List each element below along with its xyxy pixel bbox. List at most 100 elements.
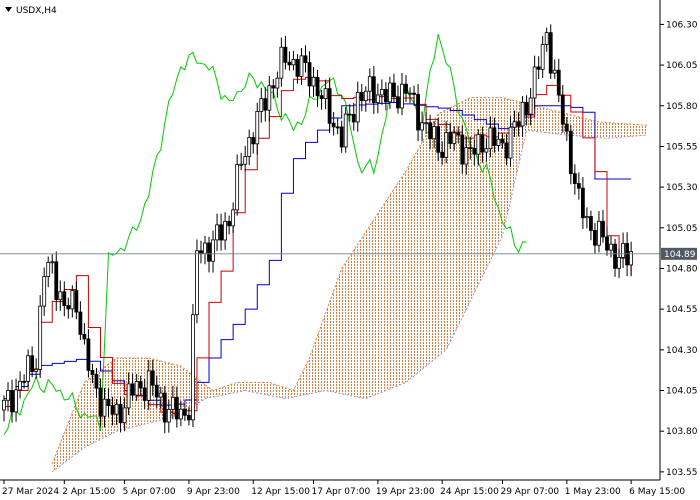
cloud-segment <box>494 97 499 253</box>
cloud-segment <box>325 302 330 392</box>
candle-body <box>26 355 31 382</box>
cloud-segment <box>261 382 266 395</box>
candle-body <box>464 147 469 165</box>
candle-body <box>476 134 481 155</box>
candle-body <box>203 242 207 255</box>
candle-body <box>118 404 123 424</box>
candle-body <box>263 98 268 111</box>
candle-body <box>548 32 553 74</box>
cloud-segment <box>414 149 419 376</box>
cloud-segment <box>643 125 648 136</box>
cloud-segment <box>619 123 624 138</box>
candle-body <box>94 374 99 389</box>
candle-body <box>90 369 95 375</box>
candle-body <box>102 398 107 417</box>
candle-body <box>605 236 609 251</box>
candle-body <box>235 164 240 211</box>
candle-body <box>211 239 215 262</box>
candle-body <box>142 387 147 401</box>
candle-body <box>178 408 183 420</box>
cloud-segment <box>542 107 547 133</box>
candle-body <box>597 220 601 246</box>
candle-body <box>613 243 617 269</box>
cloud-segment <box>478 97 483 285</box>
cloud-segment <box>233 382 238 393</box>
x-tick-label: 9 Apr 23:00 <box>187 487 240 497</box>
candle-body <box>138 381 143 389</box>
candle-body <box>299 55 304 77</box>
candle <box>38 295 43 378</box>
cloud-segment <box>353 244 358 398</box>
candle-body <box>22 380 27 383</box>
candle-body <box>488 127 493 150</box>
candle-body <box>572 173 577 184</box>
candle-body <box>207 242 211 262</box>
cloud-segment <box>550 109 555 134</box>
candle-body <box>150 370 155 386</box>
cloud-segment <box>112 357 117 434</box>
cloud-segment <box>369 219 374 398</box>
candle-body <box>78 311 83 335</box>
candle-body <box>323 88 328 99</box>
candle-body <box>593 229 597 246</box>
cloud-segment <box>462 99 467 318</box>
cloud-segment <box>217 387 222 397</box>
cloud-segment <box>594 121 599 138</box>
cloud-segment <box>76 392 81 454</box>
y-tick-label: 104.80 <box>666 264 698 274</box>
cloud-segment <box>237 382 242 393</box>
candle-body <box>448 132 453 144</box>
candle-body <box>327 88 332 124</box>
candle <box>195 239 199 324</box>
y-tick-label: 105.30 <box>666 183 698 193</box>
y-tick-label: 103.80 <box>666 427 698 437</box>
cloud-segment <box>281 386 286 399</box>
candle-body <box>424 122 429 125</box>
candle-body <box>576 183 581 189</box>
candle-body <box>30 355 35 372</box>
cloud-segment <box>337 268 342 394</box>
cloud-segment <box>635 124 640 137</box>
candle-body <box>436 126 441 153</box>
cloud-segment <box>249 382 254 393</box>
x-tick-label: 6 May 15:00 <box>629 487 685 497</box>
candle-body <box>589 216 593 231</box>
candle-body <box>520 101 525 127</box>
candle-body <box>114 404 119 415</box>
candle-body <box>6 390 10 401</box>
candle-body <box>536 66 541 70</box>
cloud-segment <box>578 116 583 137</box>
cloud-segment <box>213 389 218 398</box>
cloud-segment <box>615 123 620 138</box>
candle-body <box>82 333 87 340</box>
candle-body <box>311 76 316 87</box>
x-tick-label: 12 Apr 15:00 <box>251 487 310 497</box>
candle <box>548 24 553 79</box>
candle-body <box>408 92 412 95</box>
candle-body <box>275 77 280 89</box>
cloud-segment <box>349 250 354 397</box>
cloud-segment <box>486 97 491 269</box>
cloud-segment <box>631 124 636 137</box>
y-tick-label: 106.30 <box>666 20 698 30</box>
candle-body <box>187 414 191 421</box>
cloud-segment <box>574 115 579 137</box>
cloud-segment <box>582 117 587 137</box>
candle-body <box>10 390 14 413</box>
cloud-segment <box>277 385 282 398</box>
candle-body <box>420 122 424 131</box>
cloud-segment <box>180 366 185 415</box>
candle-body <box>227 220 232 227</box>
symbol-label: USDX,H4 <box>16 6 57 16</box>
candle-body <box>552 69 557 74</box>
cloud-segment <box>546 108 551 134</box>
candle-body <box>42 276 47 307</box>
candle-body <box>134 381 139 396</box>
cloud-segment <box>341 262 346 395</box>
candle-body <box>62 291 67 306</box>
y-tick-label: 105.80 <box>666 102 698 112</box>
cloud-segment <box>269 382 274 397</box>
candle-body <box>58 291 63 300</box>
x-tick-label: 29 Apr 07:00 <box>500 487 559 497</box>
candle-body <box>355 92 360 123</box>
